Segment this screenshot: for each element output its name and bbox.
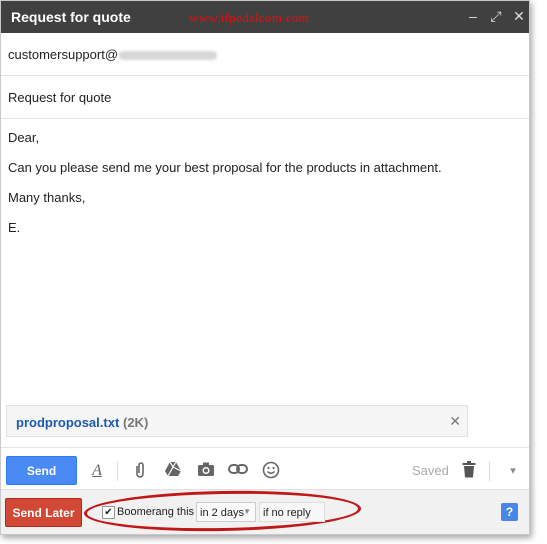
help-icon[interactable]: ? <box>501 503 518 521</box>
compose-title: Request for quote <box>11 9 131 25</box>
smiley-icon[interactable] <box>261 461 281 481</box>
boomerang-checkbox[interactable]: ✔ <box>102 506 115 519</box>
body-line: Many thanks, <box>8 190 86 205</box>
remove-attachment-icon[interactable]: ✕ <box>449 413 461 430</box>
formatting-icon[interactable]: A <box>87 461 107 481</box>
trash-icon[interactable] <box>459 461 479 481</box>
camera-icon[interactable] <box>196 461 216 481</box>
watermark: www.ifpedalcom.com <box>189 10 310 25</box>
message-body[interactable]: Dear, Can you please send me your best p… <box>8 131 442 251</box>
body-line: Dear, <box>8 130 40 145</box>
chevron-down-icon: ▼ <box>243 507 251 516</box>
minimize-icon[interactable]: – <box>465 8 481 24</box>
boomerang-bar: Send Later ✔ Boomerang this in 2 days ▼ … <box>1 488 529 534</box>
popout-icon[interactable]: ⤢ <box>488 8 504 24</box>
boomerang-days-select[interactable]: in 2 days ▼ <box>196 502 256 522</box>
recipient-value: customersupport@ <box>8 47 119 62</box>
toolbar-divider <box>489 461 490 481</box>
attachment-name[interactable]: prodproposal.txt <box>16 415 119 430</box>
link-icon[interactable] <box>228 461 248 481</box>
drive-icon[interactable] <box>163 461 183 481</box>
boomerang-condition-field[interactable]: if no reply <box>259 502 325 522</box>
body-line: E. <box>8 220 21 235</box>
attachment-size: (2K) <box>123 415 149 430</box>
compose-toolbar: Send A Saved ▾ <box>1 447 529 489</box>
boomerang-label: Boomerang this <box>117 506 195 518</box>
compose-titlebar[interactable]: Request for quote www.ifpedalcom.com – ⤢… <box>1 1 529 33</box>
compose-window: Request for quote www.ifpedalcom.com – ⤢… <box>0 0 530 535</box>
more-options-icon[interactable]: ▾ <box>503 461 523 481</box>
redacted-domain <box>119 51 218 61</box>
paperclip-icon[interactable] <box>130 461 150 481</box>
subject-field[interactable]: Request for quote <box>1 76 529 119</box>
saved-status: Saved <box>412 463 449 478</box>
condition-value: if no reply <box>263 507 311 519</box>
send-button[interactable]: Send <box>6 456 77 485</box>
toolbar-divider <box>117 461 118 481</box>
days-value: in 2 days <box>200 507 245 519</box>
close-icon[interactable]: ✕ <box>511 8 527 24</box>
body-line: Can you please send me your best proposa… <box>8 160 442 175</box>
send-later-button[interactable]: Send Later <box>5 498 82 527</box>
recipient-field[interactable]: customersupport@ <box>1 33 529 76</box>
attachment-chip[interactable]: prodproposal.txt (2K) ✕ <box>6 405 468 437</box>
subject-value: Request for quote <box>8 90 112 105</box>
